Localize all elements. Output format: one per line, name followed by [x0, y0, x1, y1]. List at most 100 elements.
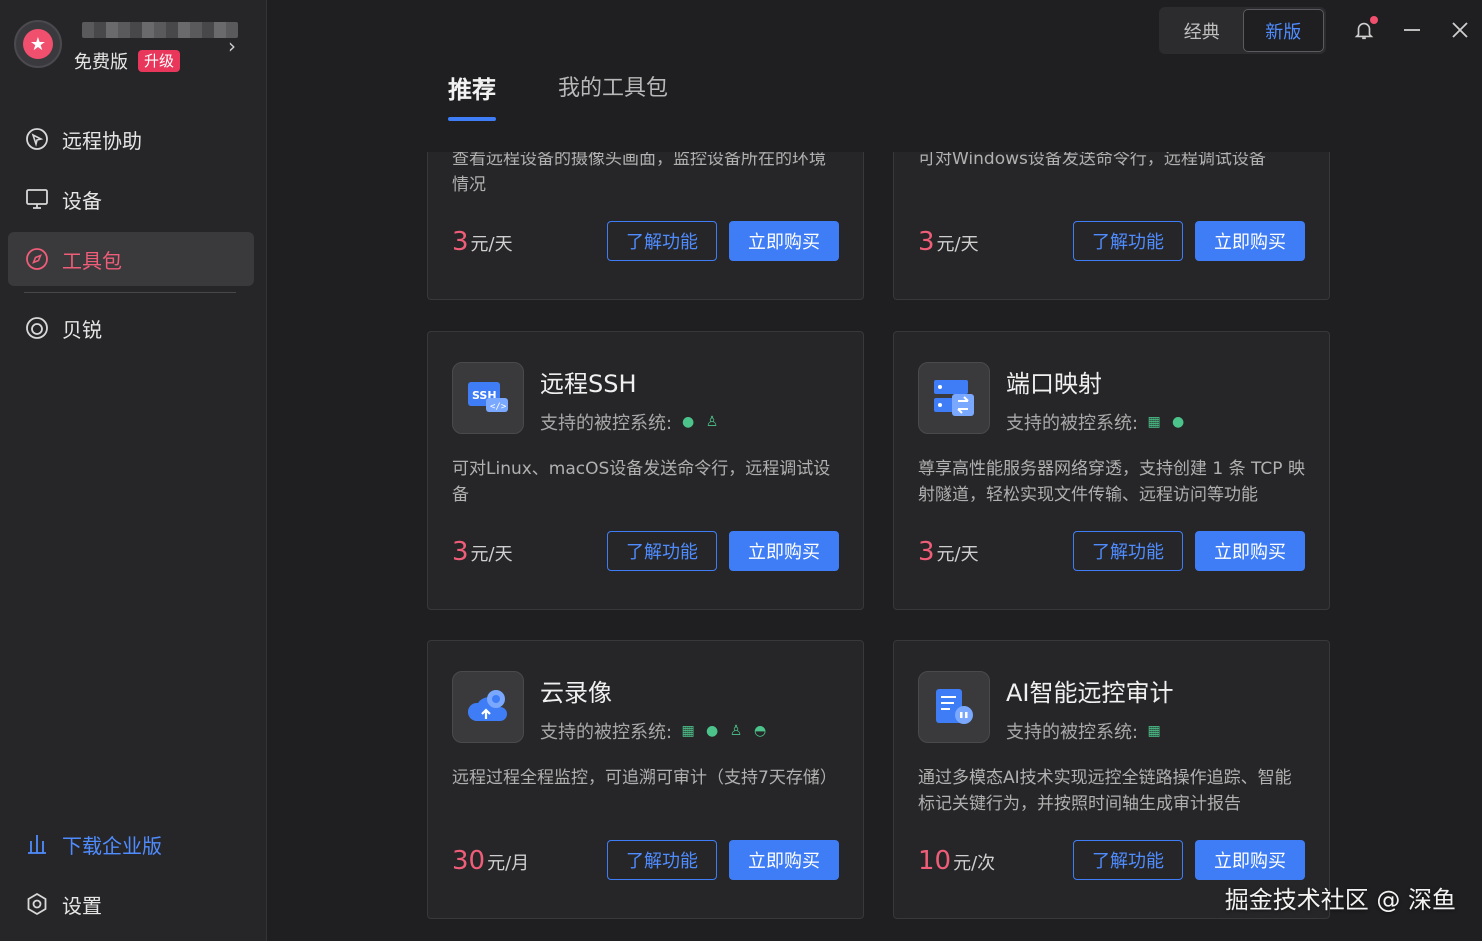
sidebar-item-remote-assist[interactable]: 远程协助	[8, 112, 254, 166]
tab-bar: 推荐 我的工具包	[448, 70, 668, 121]
svg-text:</>: </>	[490, 402, 507, 412]
plan-label: 免费版	[74, 52, 128, 73]
card-title: AI智能远控审计	[1006, 679, 1174, 707]
supported-systems-label: 支持的被控系统:	[1006, 722, 1139, 743]
buy-now-button[interactable]: 立即购买	[729, 840, 839, 880]
apple-icon: ●	[705, 723, 719, 739]
plan-line: 免费版 升级	[74, 48, 181, 74]
card-header: 云录像 支持的被控系统: ▦ ● ♙ ◓	[452, 671, 768, 744]
buy-now-button[interactable]: 立即购买	[1195, 221, 1305, 261]
card-description: 查看远程设备的摄像头画面，监控设备所在的环境情况	[452, 152, 826, 195]
card-title: 远程SSH	[540, 370, 637, 398]
price-value: 3	[918, 227, 935, 257]
apple-icon: ●	[1171, 414, 1185, 430]
price-unit: 元/天	[470, 544, 513, 565]
learn-more-button[interactable]: 了解功能	[607, 221, 717, 261]
bell-icon[interactable]	[1350, 16, 1378, 44]
windows-icon: ▦	[1147, 723, 1161, 739]
buy-now-button[interactable]: 立即购买	[1195, 840, 1305, 880]
sidebar-item-label: 设备	[62, 188, 102, 213]
price: 3 元/天	[918, 537, 979, 567]
tool-card-cloud-recording: 云录像 支持的被控系统: ▦ ● ♙ ◓ 远程过程全程监控，可追溯可审计（支持7…	[427, 640, 864, 919]
building-icon	[24, 831, 50, 857]
linux-icon: ♙	[705, 414, 719, 430]
ai-audit-icon	[918, 671, 990, 743]
card-title: 端口映射	[1006, 370, 1102, 398]
price-unit: 元/天	[936, 234, 979, 255]
tool-card-ai-audit: AI智能远控审计 支持的被控系统: ▦ 通过多模态AI技术实现远控全链路操作追踪…	[893, 640, 1330, 919]
minimize-icon[interactable]	[1398, 16, 1426, 44]
sidebar-item-oray[interactable]: 贝锐	[8, 301, 254, 355]
tool-card-ssh: SSH </> 远程SSH 支持的被控系统: ● ♙ 可对Linux、macOS设…	[427, 331, 864, 610]
sidebar: ★ 免费版 升级 › 远程协助 设备 工具包 贝锐 下载企业版 设置	[0, 0, 267, 941]
learn-more-button[interactable]: 了解功能	[607, 840, 717, 880]
apple-icon: ●	[681, 414, 695, 430]
watermark: 掘金技术社区 @ 深鱼	[1224, 886, 1456, 914]
toolkit-list[interactable]: 查看远程设备的摄像头画面，监控设备所在的环境情况 3 元/天 了解功能 立即购买…	[268, 152, 1482, 941]
linux-icon: ♙	[729, 723, 743, 739]
learn-more-button[interactable]: 了解功能	[1073, 531, 1183, 571]
price-unit: 元/天	[470, 234, 513, 255]
sidebar-item-devices[interactable]: 设备	[8, 172, 254, 226]
sidebar-item-label: 远程协助	[62, 128, 142, 153]
settings-button[interactable]: 设置	[8, 877, 254, 931]
tool-card-cmd: 可对Windows设备发送命令行，远程调试设备 3 元/天 了解功能 立即购买	[893, 152, 1330, 300]
price: 3 元/天	[452, 537, 513, 567]
download-enterprise-link[interactable]: 下载企业版	[8, 817, 254, 871]
cloud-recording-icon	[452, 671, 524, 743]
tab-my-toolkit[interactable]: 我的工具包	[558, 70, 668, 121]
compass-icon	[24, 246, 50, 272]
price: 30 元/月	[452, 846, 529, 876]
upgrade-button[interactable]: 升级	[138, 50, 181, 72]
app-window: ★ 免费版 升级 › 远程协助 设备 工具包 贝锐 下载企业版 设置 经典 新版…	[0, 0, 1482, 941]
version-switch: 经典 新版	[1159, 7, 1326, 54]
classic-version-button[interactable]: 经典	[1161, 9, 1243, 52]
supported-systems-label: 支持的被控系统:	[540, 722, 673, 743]
star-icon: ★	[23, 29, 53, 59]
card-title: 云录像	[540, 679, 612, 707]
new-version-button[interactable]: 新版	[1242, 9, 1324, 52]
supported-systems-label: 支持的被控系统:	[540, 413, 673, 434]
close-icon[interactable]	[1446, 16, 1474, 44]
buy-now-button[interactable]: 立即购买	[729, 531, 839, 571]
price-unit: 元/次	[953, 853, 996, 874]
price-value: 30	[452, 846, 486, 876]
windows-icon: ▦	[1147, 414, 1161, 430]
card-header: 端口映射 支持的被控系统: ▦ ●	[918, 362, 1186, 435]
gear-icon	[24, 891, 50, 917]
windows-icon: ▦	[681, 723, 695, 739]
ssh-icon: SSH </>	[452, 362, 524, 434]
tool-card-camera: 查看远程设备的摄像头画面，监控设备所在的环境情况 3 元/天 了解功能 立即购买	[427, 152, 864, 300]
price-value: 3	[452, 227, 469, 257]
supported-systems: 支持的被控系统: ▦	[1006, 718, 1174, 744]
tool-card-port-mapping: 端口映射 支持的被控系统: ▦ ● 尊享高性能服务器网络穿透，支持创建 1 条 …	[893, 331, 1330, 610]
card-description: 尊享高性能服务器网络穿透，支持创建 1 条 TCP 映射隧道，轻松实现文件传输、…	[918, 459, 1305, 505]
port-mapping-icon	[918, 362, 990, 434]
price-unit: 元/月	[487, 853, 530, 874]
price: 3 元/天	[452, 227, 513, 257]
device-monitor-icon	[24, 186, 50, 212]
tab-recommended[interactable]: 推荐	[448, 70, 496, 121]
notification-dot	[1370, 16, 1378, 24]
card-header: SSH </> 远程SSH 支持的被控系统: ● ♙	[452, 362, 720, 435]
card-description: 通过多模态AI技术实现远控全链路操作追踪、智能标记关键行为，并按照时间轴生成审计…	[918, 768, 1292, 814]
price-value: 3	[452, 537, 469, 567]
supported-systems: 支持的被控系统: ● ♙	[540, 409, 720, 435]
learn-more-button[interactable]: 了解功能	[607, 531, 717, 571]
chevron-right-icon[interactable]: ›	[228, 34, 236, 58]
supported-systems-label: 支持的被控系统:	[1006, 413, 1139, 434]
username-redacted	[82, 22, 238, 38]
learn-more-button[interactable]: 了解功能	[1073, 221, 1183, 261]
sidebar-item-toolkit[interactable]: 工具包	[8, 232, 254, 286]
oray-logo-icon	[24, 315, 50, 341]
buy-now-button[interactable]: 立即购买	[1195, 531, 1305, 571]
sidebar-item-label: 贝锐	[62, 317, 102, 342]
price-unit: 元/天	[936, 544, 979, 565]
price: 10 元/次	[918, 846, 995, 876]
avatar[interactable]: ★	[14, 20, 62, 68]
profile-card[interactable]: ★ 免费版 升级 ›	[14, 18, 254, 80]
price-value: 10	[918, 846, 952, 876]
card-description: 可对Linux、macOS设备发送命令行，远程调试设备	[452, 459, 831, 505]
learn-more-button[interactable]: 了解功能	[1073, 840, 1183, 880]
buy-now-button[interactable]: 立即购买	[729, 221, 839, 261]
